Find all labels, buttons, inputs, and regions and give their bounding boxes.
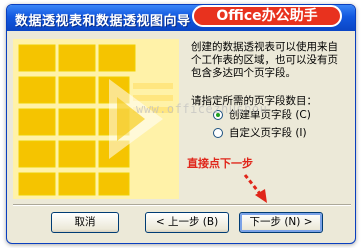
next-button[interactable]: 下一步 (N) > <box>239 212 323 233</box>
annotation-text: 直接点下一步 <box>187 157 253 170</box>
cancel-button[interactable]: 取消 <box>51 212 119 233</box>
window-title: 数据透视表和数据透视图向导 <box>15 14 191 29</box>
brand-badge: Office办公助手 <box>192 5 342 27</box>
radio-label: 自定义页字段 (I) <box>229 127 307 139</box>
watermark-text: www.officezhushou <box>136 102 268 116</box>
wizard-illustration-graphic <box>13 39 179 199</box>
radio-custom-page-field[interactable]: 自定义页字段 (I) <box>213 125 307 140</box>
radio-unselected-icon[interactable] <box>213 127 223 138</box>
wizard-description: 创建的数据透视表可以使用来自 个工作表的区域，也可以没有页 包含多达四个页字段。 <box>191 41 338 79</box>
wizard-window: 数据透视表和数据透视图向导 创建的数据透视表可以使用来自 个工作表的区域，也可以… <box>6 4 356 244</box>
back-button[interactable]: < 上一步 (B) <box>145 212 229 233</box>
button-divider <box>13 204 351 206</box>
wizard-illustration <box>13 39 179 199</box>
